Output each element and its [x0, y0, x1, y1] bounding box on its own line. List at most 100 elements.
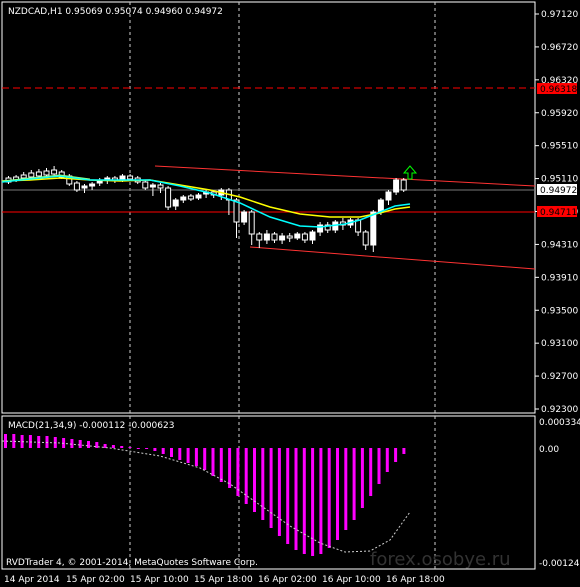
price-tick-label: 0.96720	[541, 43, 578, 53]
candle-body	[89, 183, 96, 187]
macd-bar	[352, 448, 356, 520]
macd-bar	[286, 448, 290, 544]
candle-body	[263, 233, 270, 241]
candle-body	[362, 231, 369, 246]
trading-chart: NZDCAD,H1 0.95069 0.95074 0.94960 0.9497…	[1, 1, 580, 585]
candle-body	[180, 196, 187, 201]
up-arrow-icon	[402, 165, 418, 180]
macd-bar	[269, 448, 273, 528]
macd-bar	[369, 448, 373, 496]
candle-body	[20, 174, 27, 179]
macd-bar	[228, 448, 232, 488]
candle-body	[28, 172, 35, 178]
macd-bar	[136, 448, 140, 449]
macd-bar	[153, 448, 157, 451]
candle-body	[157, 184, 164, 189]
macd-bar	[311, 448, 315, 556]
time-label: 15 Apr 02:00	[66, 575, 125, 585]
macd-bar	[302, 448, 306, 554]
macd-histogram	[4, 434, 406, 556]
time-label: 15 Apr 10:00	[130, 575, 189, 585]
main-chart-frame	[1, 1, 536, 414]
macd-bar	[161, 448, 165, 454]
macd-bar	[78, 440, 82, 448]
price-tick-label: 0.97120	[541, 10, 578, 20]
candle-body	[195, 194, 202, 199]
macd-bar	[120, 446, 124, 448]
candle-body	[385, 191, 392, 201]
price-tick-label: 0.92300	[541, 405, 578, 415]
candle-body	[73, 182, 80, 191]
candle-body	[301, 233, 308, 241]
symbol-header: NZDCAD,H1 0.95069 0.95074 0.94960 0.9497…	[8, 7, 223, 17]
macd-bar	[186, 448, 190, 463]
candle-body	[279, 235, 286, 241]
macd-bar	[194, 448, 198, 466]
macd-bar	[294, 448, 298, 550]
macd-bar	[203, 448, 207, 470]
macd-tick-zero: 0.00	[539, 445, 559, 455]
candle-body	[127, 175, 134, 180]
time-axis: 14 Apr 2014 15 Apr 02:00 15 Apr 10:00 15…	[4, 575, 445, 585]
macd-tick-top: 0.000334	[539, 418, 580, 428]
macd-bar	[253, 448, 256, 512]
macd-bar	[344, 448, 348, 530]
time-label: 16 Apr 10:00	[322, 575, 381, 585]
candle-body	[51, 169, 58, 175]
macd-bar	[327, 448, 331, 548]
candle-body	[370, 211, 377, 246]
candle-body	[43, 170, 50, 176]
macd-axis: 0.000334 0.00 -0.001248	[539, 418, 580, 569]
macd-bar	[244, 448, 248, 504]
current-price-label: 0.94972	[540, 186, 577, 196]
candle-body	[187, 195, 194, 200]
macd-header: MACD(21,34,9) -0.000112 -0.000623	[8, 421, 174, 431]
macd-bar	[45, 436, 49, 448]
macd-bar	[394, 448, 398, 462]
candle-body	[393, 179, 400, 193]
macd-bar	[128, 447, 132, 448]
price-tick-label: 0.93500	[541, 306, 578, 316]
macd-bar	[178, 448, 182, 460]
macd-bar	[219, 448, 223, 482]
price-tick-label: 0.95920	[541, 109, 578, 119]
watermark: forex.osobye.ru	[370, 549, 511, 570]
price-tick-label: 0.95110	[541, 175, 578, 185]
price-tick-label: 0.92700	[541, 372, 578, 382]
candle-body	[286, 235, 293, 239]
candle-body	[294, 233, 301, 239]
macd-bar	[360, 448, 364, 508]
macd-bar	[70, 439, 74, 448]
macd-bar	[111, 445, 115, 448]
candle-body	[165, 187, 172, 208]
candle-body	[256, 233, 263, 241]
candle-body	[248, 211, 255, 235]
candle-body	[35, 171, 42, 177]
channel-lower-line	[249, 246, 536, 270]
vertical-gridlines	[129, 2, 436, 569]
macd-frame	[1, 415, 536, 570]
channel-upper-line	[154, 165, 536, 187]
candle-body	[142, 181, 149, 189]
macd-bar	[277, 448, 281, 536]
macd-bar	[402, 448, 406, 454]
candle-body	[172, 199, 179, 207]
candle-body	[233, 199, 240, 223]
time-label: 16 Apr 02:00	[258, 575, 317, 585]
copyright-label: RVDTrader 4, © 2001-2014, MetaQuotes Sof…	[6, 558, 258, 568]
time-label: 14 Apr 2014	[4, 575, 60, 585]
time-label: 16 Apr 18:00	[386, 575, 445, 585]
candle-body	[149, 184, 156, 188]
price-tick-label: 0.93910	[541, 273, 578, 283]
candle-body	[400, 179, 407, 191]
macd-bar	[236, 448, 240, 496]
candle-body	[81, 185, 88, 189]
candle-body	[241, 211, 248, 223]
price-tick-label: 0.94310	[541, 240, 578, 250]
macd-bar	[170, 448, 173, 457]
macd-tick-bottom: -0.001248	[539, 559, 580, 569]
red-tag-upper-label: 0.96318	[540, 85, 577, 95]
candle-body	[355, 219, 362, 233]
price-tick-label: 0.95510	[541, 142, 578, 152]
price-tick-label: 0.93100	[541, 339, 578, 349]
